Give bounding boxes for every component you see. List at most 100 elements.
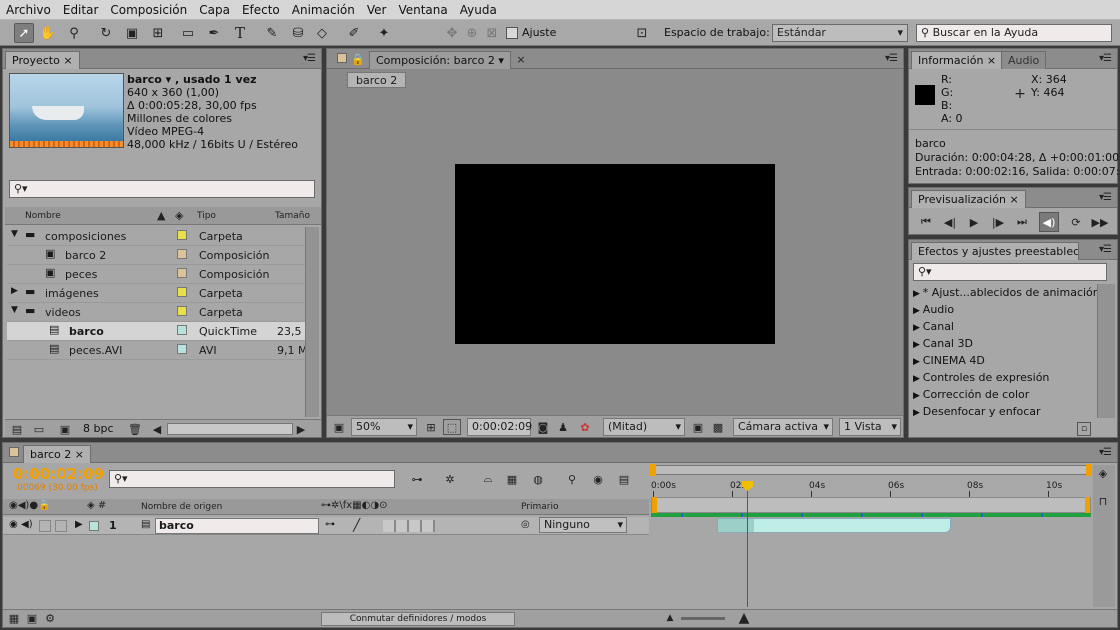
- tab-project[interactable]: Proyecto ×: [5, 51, 80, 69]
- menu-item-ventana[interactable]: Ventana: [398, 3, 447, 17]
- label-swatch[interactable]: [177, 325, 187, 335]
- comp-mini-flowchart-icon[interactable]: ⊶: [405, 471, 429, 487]
- navigator-start-handle[interactable]: [650, 464, 656, 476]
- solo-switch[interactable]: [39, 520, 51, 532]
- comp-button-icon[interactable]: ◈: [1095, 467, 1111, 480]
- resolution-dropdown[interactable]: (Mitad) ▾: [603, 418, 685, 436]
- tab-effects[interactable]: Efectos y ajustes preestablecidos: [911, 242, 1079, 260]
- label-swatch[interactable]: [177, 268, 187, 278]
- panel-menu-icon[interactable]: ▾☰: [1099, 192, 1112, 203]
- motion-blur-icon[interactable]: ◍: [529, 471, 547, 487]
- new-bin-icon[interactable]: ▫: [1077, 422, 1091, 436]
- toggle-switches-modes-button[interactable]: Conmutar definidores / modos: [321, 612, 515, 626]
- workspace-dropdown[interactable]: Estándar ▾: [772, 24, 908, 42]
- layer-row[interactable]: ◉ ◀) ▶ 1 ▤ barco ⊶ ╱ ◎ Ninguno ▾: [3, 517, 649, 535]
- text-tool-icon[interactable]: T: [230, 23, 250, 43]
- expand-closed-icon[interactable]: ▶: [913, 306, 923, 316]
- label-swatch[interactable]: [177, 230, 187, 240]
- trash-icon[interactable]: 🗑: [127, 421, 143, 437]
- lock-icon[interactable]: 🔒: [351, 51, 365, 67]
- rotate-tool-icon[interactable]: ↻: [96, 23, 116, 43]
- bit-depth-label[interactable]: 8 bpc: [83, 422, 114, 435]
- visibility-icon[interactable]: ◉: [9, 519, 18, 530]
- expand-closed-icon[interactable]: ▶: [913, 391, 923, 401]
- column-type[interactable]: Tipo: [197, 211, 216, 221]
- region-of-interest-icon[interactable]: ⬚: [443, 419, 461, 435]
- magnification-dropdown[interactable]: 50% ▾: [351, 418, 417, 436]
- project-row[interactable]: ▶ ▬ imágenes Carpeta: [7, 284, 307, 303]
- puppet-pin-tool-icon[interactable]: ✦: [374, 23, 394, 43]
- brainstorm-icon[interactable]: ⚲: [563, 471, 581, 487]
- scroll-right-icon[interactable]: ▶: [295, 421, 307, 437]
- tab-preview[interactable]: Previsualización ×: [911, 190, 1026, 208]
- rectangle-tool-icon[interactable]: ▭: [178, 23, 198, 43]
- last-frame-icon[interactable]: ⏭: [1013, 213, 1031, 231]
- project-search-input[interactable]: ⚲▾: [9, 180, 315, 198]
- expand-closed-icon[interactable]: ▶: [913, 408, 923, 418]
- expand-open-icon[interactable]: ▼: [11, 229, 18, 239]
- views-dropdown[interactable]: 1 Vista ▾: [839, 418, 901, 436]
- work-area-bar[interactable]: [651, 497, 1091, 513]
- project-row[interactable]: ▼ ▬ composiciones Carpeta: [7, 227, 307, 246]
- menu-item-editar[interactable]: Editar: [63, 3, 99, 17]
- zoom-slider[interactable]: [681, 617, 725, 620]
- zoom-out-icon[interactable]: ▲: [663, 611, 677, 625]
- expand-closed-icon[interactable]: ▶: [913, 374, 923, 384]
- snap-checkbox[interactable]: [506, 27, 518, 39]
- menu-item-animacion[interactable]: Animación: [292, 3, 355, 17]
- parent-dropdown[interactable]: Ninguno ▾: [539, 517, 627, 533]
- audio-icon[interactable]: ◀): [21, 519, 33, 530]
- label-swatch[interactable]: [177, 249, 187, 259]
- tab-info[interactable]: Información ×: [911, 51, 1004, 69]
- camera-tool-icon[interactable]: ▣: [122, 23, 142, 43]
- loop-icon[interactable]: ⟳: [1067, 213, 1085, 231]
- expand-closed-icon[interactable]: ▶: [913, 323, 923, 333]
- project-row[interactable]: ▣ peces Composición: [7, 265, 307, 284]
- new-composition-icon[interactable]: ▣: [57, 421, 73, 437]
- project-row[interactable]: ▼ ▬ videos Carpeta: [7, 303, 307, 322]
- zoom-in-icon[interactable]: ▲: [735, 610, 753, 626]
- clone-stamp-tool-icon[interactable]: ⛁: [288, 23, 308, 43]
- lock-switch[interactable]: [55, 520, 67, 532]
- timeline-timecode[interactable]: 0:00:02:09: [13, 465, 104, 483]
- hand-tool-icon[interactable]: ✋: [38, 23, 58, 43]
- label-swatch[interactable]: [177, 287, 187, 297]
- panel-menu-icon[interactable]: ▾☰: [1099, 244, 1112, 255]
- pan-behind-tool-icon[interactable]: ⊞: [148, 23, 168, 43]
- camera-dropdown[interactable]: Cámara activa ▾: [733, 418, 833, 436]
- work-area-end[interactable]: [1085, 497, 1090, 513]
- tab-timeline[interactable]: barco 2 ×: [23, 445, 91, 463]
- project-row[interactable]: ▤ barco QuickTime 23,5 M: [7, 322, 307, 341]
- menu-item-archivo[interactable]: Archivo: [6, 3, 51, 17]
- expand-closed-icon[interactable]: ▶: [913, 357, 923, 367]
- layer-name[interactable]: barco: [155, 518, 319, 534]
- menu-item-efecto[interactable]: Efecto: [242, 3, 280, 17]
- zoom-tool-icon[interactable]: ⚲: [64, 23, 84, 43]
- grid-icon[interactable]: ⊞: [423, 419, 439, 435]
- layer-duration-bar[interactable]: [717, 518, 951, 533]
- brush-tool-icon[interactable]: ✎: [262, 23, 282, 43]
- layer-switch-boxes[interactable]: [383, 520, 435, 532]
- expand-closed-icon[interactable]: ▶: [913, 340, 923, 350]
- tab-composition[interactable]: Composición: barco 2 ▾: [369, 51, 511, 69]
- fast-previews-icon[interactable]: ▣: [691, 419, 705, 435]
- project-row[interactable]: ▣ barco 2 Composición: [7, 246, 307, 265]
- play-icon[interactable]: ▶: [965, 213, 983, 231]
- toggle-in-out-icon[interactable]: ⚙: [43, 611, 57, 625]
- effects-scrollbar[interactable]: [1097, 284, 1115, 418]
- expand-closed-icon[interactable]: ▶: [11, 286, 18, 296]
- menu-item-capa[interactable]: Capa: [199, 3, 230, 17]
- pen-tool-icon[interactable]: ✒: [204, 23, 224, 43]
- toggle-switches-icon[interactable]: ▦: [7, 611, 21, 625]
- tab-audio[interactable]: Audio: [1001, 51, 1047, 69]
- selection-tool-icon[interactable]: ➚: [14, 23, 34, 43]
- draft-3d-icon[interactable]: ✲: [441, 471, 459, 487]
- effects-category[interactable]: ▶ Canal: [913, 320, 954, 333]
- interpret-footage-icon[interactable]: ▤: [9, 421, 25, 437]
- column-name[interactable]: Nombre: [25, 211, 61, 221]
- menu-item-ayuda[interactable]: Ayuda: [460, 3, 497, 17]
- eraser-tool-icon[interactable]: ◇: [312, 23, 332, 43]
- snapshot-icon[interactable]: ◙: [535, 419, 551, 435]
- frame-blending-icon[interactable]: ▦: [503, 471, 521, 487]
- label-swatch[interactable]: [177, 306, 187, 316]
